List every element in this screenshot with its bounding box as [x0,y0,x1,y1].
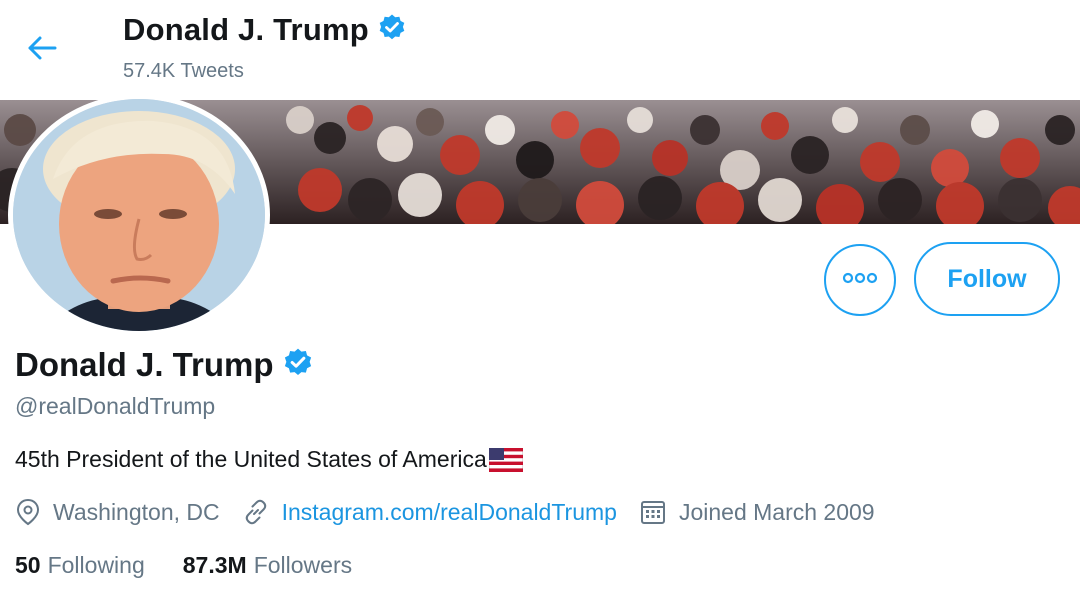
header-title: Donald J. Trump [123,12,407,48]
back-arrow-icon [27,35,57,66]
profile-bio: 45th President of the United States of A… [15,446,523,473]
followers-label: Followers [253,552,353,578]
location-pin-icon [15,498,41,526]
follow-button[interactable]: Follow [914,242,1060,316]
profile-stats: 50 Following 87.3M Followers [15,552,390,579]
link-icon [242,498,270,526]
profile-handle: @realDonaldTrump [15,393,216,419]
more-options-button[interactable] [824,244,896,316]
profile-name: Donald J. Trump [15,346,274,383]
calendar-icon [639,498,667,526]
profile-header-bar: Donald J. Trump 57.4K Tweets [0,0,1080,100]
us-flag-emoji [488,447,523,472]
location-text: Washington, DC [53,498,220,525]
header-name: Donald J. Trump [123,12,369,47]
location-item: Washington, DC [15,498,220,526]
tweet-count: 57.4K Tweets [123,60,244,82]
website-link[interactable]: Instagram.com/realDonaldTrump [282,499,617,526]
more-horizontal-icon [842,271,878,289]
verified-badge-icon [377,13,407,48]
following-count: 50 [15,552,41,578]
joined-text: Joined March 2009 [678,498,875,525]
website-item: Instagram.com/realDonaldTrump [242,498,617,526]
profile-avatar[interactable] [8,94,270,336]
joined-item: Joined March 2009 [639,498,875,526]
followers-count: 87.3M [182,552,247,578]
back-button[interactable] [18,26,66,74]
verified-badge-icon [282,347,314,384]
profile-name-row: Donald J. Trump [15,346,314,384]
following-label: Following [47,552,145,578]
followers-stat[interactable]: 87.3M Followers [183,552,352,579]
profile-meta: Washington, DC Instagram.com/realDonaldT… [15,498,897,526]
following-stat[interactable]: 50 Following [15,552,145,579]
bio-text: 45th President of the United States of A… [15,446,487,472]
